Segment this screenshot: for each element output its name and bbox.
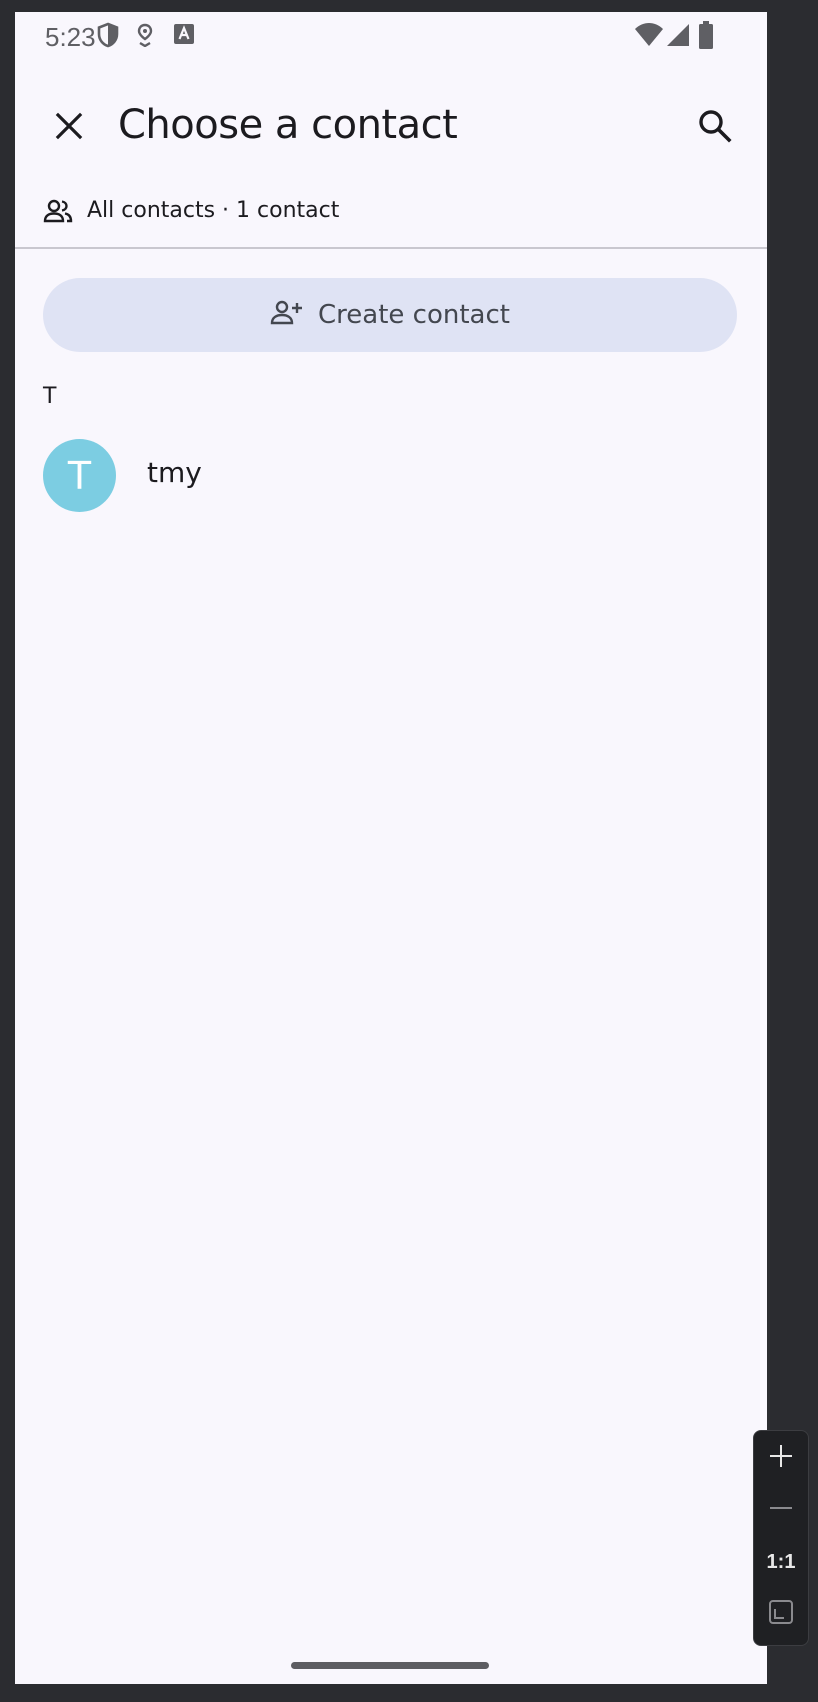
wifi-icon xyxy=(634,22,664,53)
people-icon xyxy=(43,198,73,231)
zoom-controls: 1:1 xyxy=(753,1430,809,1646)
avatar: T xyxy=(43,439,116,512)
close-icon xyxy=(45,112,93,154)
cell-signal-icon xyxy=(666,22,690,53)
create-contact-button[interactable]: Create contact xyxy=(43,278,737,352)
shield-icon xyxy=(97,22,119,53)
fit-screen-button[interactable] xyxy=(754,1589,808,1639)
page-title: Choose a contact xyxy=(118,102,458,148)
app-bar: Choose a contact xyxy=(15,72,767,182)
search-button[interactable] xyxy=(691,102,739,150)
zoom-ratio-label: 1:1 xyxy=(766,1550,796,1573)
filter-label: All contacts · 1 contact xyxy=(87,198,340,223)
minus-icon xyxy=(767,1494,795,1527)
zoom-reset-button[interactable]: 1:1 xyxy=(754,1537,808,1587)
phone-screen: 5:23 Choose a contact All contacts · 1 c… xyxy=(15,12,767,1684)
a-badge-icon xyxy=(173,23,195,50)
status-bar: 5:23 xyxy=(15,12,767,72)
create-contact-label: Create contact xyxy=(318,300,510,330)
search-icon xyxy=(691,110,739,154)
zoom-in-button[interactable] xyxy=(754,1433,808,1483)
add-person-icon xyxy=(270,299,304,332)
contact-name: tmy xyxy=(147,456,202,489)
account-filter[interactable]: All contacts · 1 contact xyxy=(15,182,767,242)
zoom-out-button[interactable] xyxy=(754,1485,808,1535)
plus-icon xyxy=(767,1442,795,1475)
section-header: T xyxy=(43,384,57,409)
gesture-nav-handle[interactable] xyxy=(291,1662,489,1669)
divider xyxy=(15,247,767,249)
battery-icon xyxy=(698,20,714,55)
status-time: 5:23 xyxy=(45,22,96,52)
fit-screen-icon xyxy=(767,1598,795,1631)
list-item[interactable]: T tmy xyxy=(15,432,767,522)
location-pin-icon xyxy=(136,23,154,52)
close-button[interactable] xyxy=(45,102,93,150)
